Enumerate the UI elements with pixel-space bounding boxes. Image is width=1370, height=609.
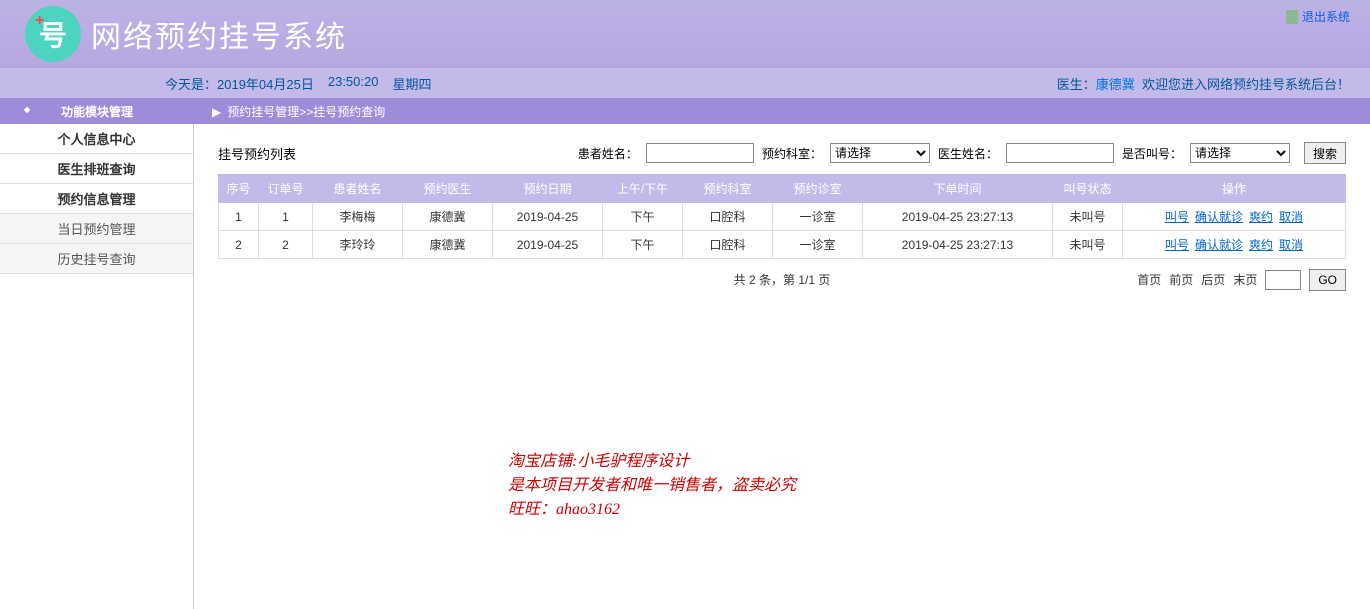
breadcrumb-arrow-icon: ▶ [212, 105, 221, 119]
page-nav: 首页 前页 后页 末页 GO [1137, 269, 1346, 291]
col-header-5: 上午/下午 [603, 175, 683, 203]
today-prefix: 今天是： [165, 77, 217, 92]
col-header-3: 预约医生 [403, 175, 493, 203]
sidebar-item-3[interactable]: 当日预约管理 [0, 214, 193, 244]
appointments-table: 序号订单号患者姓名预约医生预约日期上午/下午预约科室预约诊室下单时间叫号状态操作… [218, 174, 1346, 259]
logo-plus-icon: + [35, 12, 44, 30]
today-time: 23:50:20 [328, 74, 379, 93]
welcome-text: 欢迎您进入网络预约挂号系统后台！ [1142, 77, 1350, 92]
cell-dept: 口腔科 [683, 231, 773, 259]
col-header-6: 预约科室 [683, 175, 773, 203]
today-weekday: 星期四 [392, 74, 431, 93]
col-header-1: 订单号 [259, 175, 313, 203]
doctor-name-label: 医生姓名： [938, 145, 998, 162]
patient-name-label: 患者姓名： [578, 145, 638, 162]
col-header-8: 下单时间 [863, 175, 1053, 203]
breadcrumb-path: ▶ 预约挂号管理>>挂号预约查询 [194, 103, 385, 120]
logo: + 号 [25, 6, 81, 62]
cell-order: 1 [259, 203, 313, 231]
called-label: 是否叫号： [1122, 145, 1182, 162]
breadcrumb-bar: 功能模块管理 ▶ 预约挂号管理>>挂号预约查询 [0, 98, 1370, 124]
dept-select[interactable]: 请选择 [830, 143, 930, 163]
action-link-2[interactable]: 爽约 [1249, 210, 1273, 224]
action-link-3[interactable]: 取消 [1279, 210, 1303, 224]
table-row: 11李梅梅康德冀2019-04-25下午口腔科一诊室2019-04-25 23:… [219, 203, 1346, 231]
page-last[interactable]: 末页 [1233, 271, 1257, 288]
col-header-2: 患者姓名 [313, 175, 403, 203]
cell-doctor: 康德冀 [403, 231, 493, 259]
sidebar-item-4[interactable]: 历史挂号查询 [0, 244, 193, 274]
col-header-10: 操作 [1123, 175, 1346, 203]
main: 个人信息中心医生排班查询预约信息管理当日预约管理历史挂号查询 挂号预约列表 患者… [0, 124, 1370, 609]
cell-date: 2019-04-25 [493, 231, 603, 259]
page-go-button[interactable]: GO [1309, 269, 1346, 291]
cell-status: 未叫号 [1053, 231, 1123, 259]
breadcrumb-text: 预约挂号管理>>挂号预约查询 [227, 105, 385, 119]
cell-doctor: 康德冀 [403, 203, 493, 231]
info-left: 今天是：2019年04月25日 23:50:20 星期四 [165, 74, 431, 93]
doctor-name-link[interactable]: 康德冀 [1096, 77, 1135, 92]
cell-room: 一诊室 [773, 231, 863, 259]
watermark: 淘宝店铺:小毛驴程序设计 是本项目开发者和唯一销售者，盗卖必究 旺旺：ahao3… [508, 450, 796, 522]
cell-actions: 叫号确认就诊爽约取消 [1123, 231, 1346, 259]
cell-patient: 李玲玲 [313, 231, 403, 259]
dept-label: 预约科室： [762, 145, 822, 162]
cell-dept: 口腔科 [683, 203, 773, 231]
app-header: + 号 网络预约挂号系统 退出系统 [0, 0, 1370, 68]
watermark-line1: 淘宝店铺:小毛驴程序设计 [508, 450, 796, 474]
action-link-2[interactable]: 爽约 [1249, 238, 1273, 252]
page-input[interactable] [1265, 270, 1301, 290]
col-header-7: 预约诊室 [773, 175, 863, 203]
page-next[interactable]: 后页 [1201, 271, 1225, 288]
list-title: 挂号预约列表 [218, 144, 296, 163]
cell-room: 一诊室 [773, 203, 863, 231]
sidebar-item-1[interactable]: 医生排班查询 [0, 154, 193, 184]
cell-seq: 1 [219, 203, 259, 231]
col-header-0: 序号 [219, 175, 259, 203]
sidebar-item-2[interactable]: 预约信息管理 [0, 184, 193, 214]
action-link-0[interactable]: 叫号 [1165, 238, 1189, 252]
col-header-4: 预约日期 [493, 175, 603, 203]
cell-status: 未叫号 [1053, 203, 1123, 231]
pagination: 共 2 条，第 1/1 页 首页 前页 后页 末页 GO [218, 271, 1346, 288]
exit-label: 退出系统 [1302, 8, 1350, 25]
info-right: 医生：康德冀 欢迎您进入网络预约挂号系统后台！ [1057, 74, 1350, 93]
doctor-name-input[interactable] [1006, 143, 1114, 163]
cell-ampm: 下午 [603, 231, 683, 259]
cell-order: 2 [259, 231, 313, 259]
cell-seq: 2 [219, 231, 259, 259]
watermark-line3: 旺旺：ahao3162 [508, 498, 796, 522]
cell-ampm: 下午 [603, 203, 683, 231]
cell-date: 2019-04-25 [493, 203, 603, 231]
called-select[interactable]: 请选择 [1190, 143, 1290, 163]
info-bar: 今天是：2019年04月25日 23:50:20 星期四 医生：康德冀 欢迎您进… [0, 68, 1370, 98]
today-date: 2019年04月25日 [217, 77, 314, 92]
cell-time: 2019-04-25 23:27:13 [863, 231, 1053, 259]
sidebar: 个人信息中心医生排班查询预约信息管理当日预约管理历史挂号查询 [0, 124, 194, 609]
page-first[interactable]: 首页 [1137, 271, 1161, 288]
action-link-0[interactable]: 叫号 [1165, 210, 1189, 224]
filter-row: 挂号预约列表 患者姓名： 预约科室： 请选择 医生姓名： 是否叫号： 请选择 搜… [218, 142, 1346, 164]
exit-icon [1286, 10, 1298, 24]
cell-time: 2019-04-25 23:27:13 [863, 203, 1053, 231]
col-header-9: 叫号状态 [1053, 175, 1123, 203]
action-link-1[interactable]: 确认就诊 [1195, 238, 1243, 252]
page-prev[interactable]: 前页 [1169, 271, 1193, 288]
action-link-1[interactable]: 确认就诊 [1195, 210, 1243, 224]
patient-name-input[interactable] [646, 143, 754, 163]
cell-patient: 李梅梅 [313, 203, 403, 231]
watermark-line2: 是本项目开发者和唯一销售者，盗卖必究 [508, 474, 796, 498]
cell-actions: 叫号确认就诊爽约取消 [1123, 203, 1346, 231]
action-link-3[interactable]: 取消 [1279, 238, 1303, 252]
search-button[interactable]: 搜索 [1304, 142, 1346, 164]
breadcrumb-section: 功能模块管理 [0, 103, 194, 120]
sidebar-item-0[interactable]: 个人信息中心 [0, 124, 193, 154]
exit-link[interactable]: 退出系统 [1286, 8, 1350, 25]
page-summary: 共 2 条，第 1/1 页 [734, 271, 831, 288]
doctor-label: 医生： [1057, 77, 1096, 92]
table-row: 22李玲玲康德冀2019-04-25下午口腔科一诊室2019-04-25 23:… [219, 231, 1346, 259]
system-title: 网络预约挂号系统 [91, 12, 347, 56]
content: 挂号预约列表 患者姓名： 预约科室： 请选择 医生姓名： 是否叫号： 请选择 搜… [194, 124, 1370, 609]
